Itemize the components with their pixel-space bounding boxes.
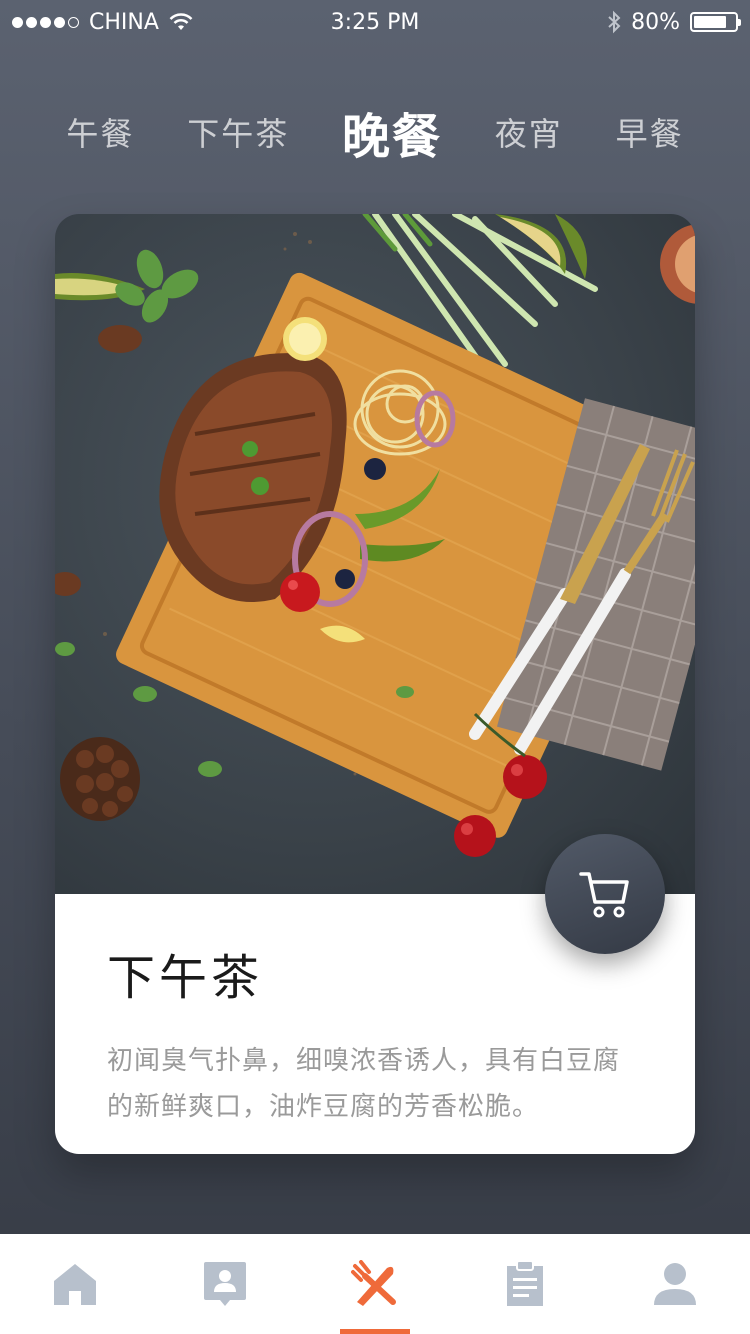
status-bar: CHINA 3:25 PM 80%	[0, 0, 750, 44]
tab-lunch[interactable]: 午餐	[66, 109, 134, 155]
food-photo	[55, 214, 695, 894]
bottom-nav	[0, 1234, 750, 1334]
card-description: 初闻臭气扑鼻，细嗅浓香诱人，具有白豆腐的新鲜爽口，油炸豆腐的芳香松脆。	[107, 1046, 621, 1122]
nav-menu[interactable]	[325, 1234, 425, 1334]
add-to-cart-button[interactable]	[545, 834, 665, 954]
status-right: 80%	[607, 9, 741, 35]
status-left: CHINA	[12, 10, 193, 35]
tab-breakfast[interactable]: 早餐	[616, 109, 684, 155]
nav-contacts[interactable]	[175, 1234, 275, 1334]
battery-icon	[690, 12, 741, 32]
signal-dots-icon	[12, 16, 79, 28]
steak-illustration	[55, 214, 695, 857]
tab-dinner[interactable]: 晚餐	[342, 97, 442, 167]
tab-afternoon-tea[interactable]: 下午茶	[187, 109, 289, 155]
home-icon	[54, 1264, 96, 1305]
battery-percent: 80%	[631, 9, 680, 35]
fork-knife-icon	[351, 1260, 396, 1306]
contact-card-icon	[204, 1262, 246, 1306]
battery-fill	[694, 16, 726, 28]
food-card[interactable]: 下午茶 初闻臭气扑鼻，细嗅浓香诱人，具有白豆腐的新鲜爽口，油炸豆腐的芳香松脆。	[55, 214, 695, 1154]
nav-home[interactable]	[25, 1234, 125, 1334]
user-icon	[654, 1263, 696, 1305]
cart-icon	[579, 872, 629, 918]
meal-tabs: 午餐 下午茶 晚餐 夜宵 早餐	[0, 92, 750, 172]
bluetooth-icon	[608, 10, 621, 34]
card-title: 下午茶	[107, 950, 264, 1006]
carrier-name: CHINA	[89, 9, 159, 35]
clipboard-icon	[507, 1260, 543, 1306]
tab-late-snack[interactable]: 夜宵	[495, 109, 563, 155]
nav-profile[interactable]	[625, 1234, 725, 1334]
nav-orders[interactable]	[475, 1234, 575, 1334]
wifi-icon	[169, 13, 193, 30]
